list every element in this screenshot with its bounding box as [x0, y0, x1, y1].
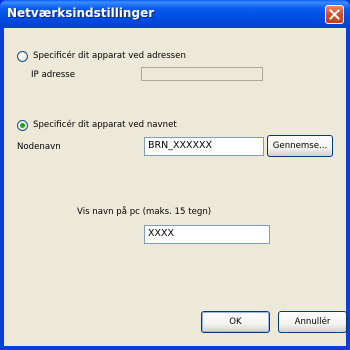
- node-name-label: Nodenavn: [17, 142, 61, 152]
- ip-address-label: IP adresse: [31, 70, 76, 80]
- radio-selected-dot: [20, 123, 25, 128]
- pc-name-field[interactable]: XXXX: [144, 225, 270, 244]
- name-radio[interactable]: [17, 120, 28, 131]
- title-bar: Netværksindstillinger: [0, 0, 350, 28]
- address-radio[interactable]: [17, 51, 28, 62]
- ok-button[interactable]: OK: [201, 311, 270, 333]
- close-button[interactable]: [325, 5, 344, 24]
- window-title: Netværksindstillinger: [7, 6, 155, 20]
- dialog-body: Specificér dit apparat ved adressen IP a…: [4, 28, 347, 346]
- pc-name-label: Vis navn på pc (maks. 15 tegn): [77, 207, 212, 217]
- close-icon: [329, 9, 340, 20]
- name-radio-label: Specificér dit apparat ved navnet: [33, 120, 177, 130]
- dialog-window: Netværksindstillinger Specificér dit app…: [0, 0, 350, 350]
- ip-address-field[interactable]: [141, 67, 263, 81]
- browse-button[interactable]: Gennemse...: [267, 135, 333, 157]
- cancel-button[interactable]: Annullér: [278, 311, 347, 333]
- node-name-field[interactable]: BRN_XXXXXX: [144, 137, 264, 156]
- address-radio-label: Specificér dit apparat ved adressen: [33, 51, 186, 61]
